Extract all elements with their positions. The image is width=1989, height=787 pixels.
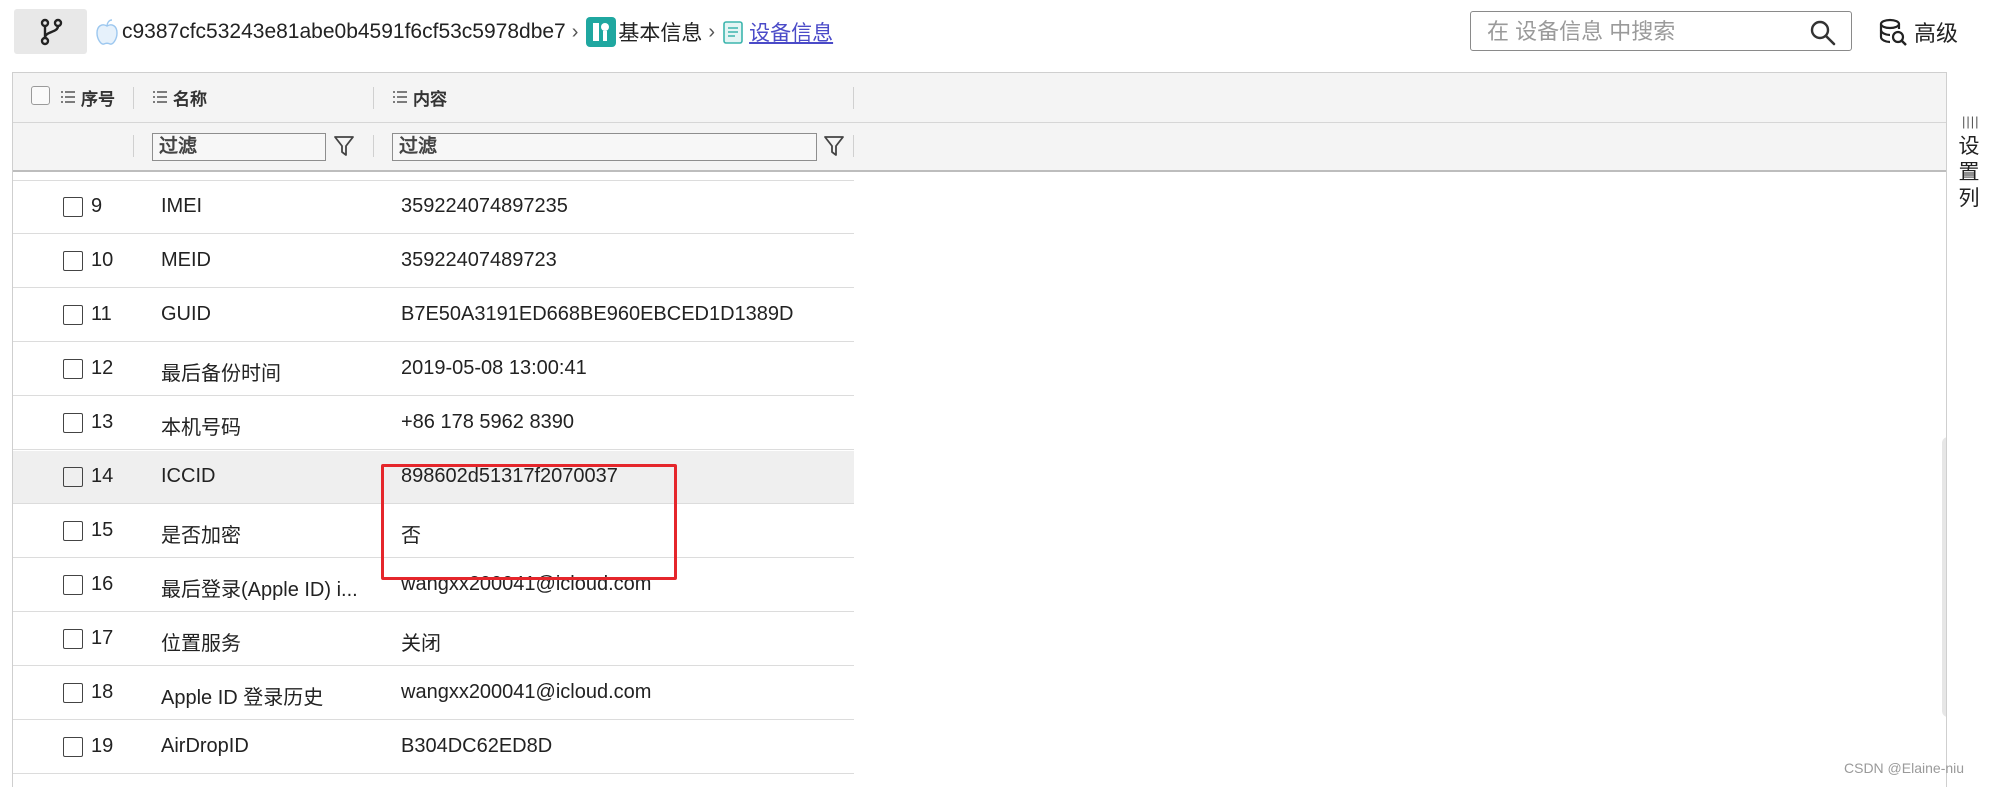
row-index: 18 — [91, 681, 114, 703]
row-name: 最后登录(Apple ID) i... — [161, 579, 358, 601]
info-book-icon — [584, 15, 618, 49]
row-checkbox[interactable] — [63, 521, 83, 541]
list-icon — [61, 88, 75, 108]
table-row[interactable]: 12 最后备份时间 2019-05-08 13:00:41 — [13, 343, 854, 396]
row-index: 14 — [91, 465, 114, 487]
breadcrumb-current[interactable]: 设备信息 — [749, 17, 833, 47]
row-value: B304DC62ED8D — [401, 735, 553, 757]
filter-row: 过滤 过滤 — [13, 123, 1946, 172]
apple-icon — [94, 18, 120, 46]
row-name: ICCID — [161, 465, 216, 487]
row-value: 35922407489723 — [401, 249, 557, 271]
list-icon — [393, 88, 407, 108]
name-filter-input[interactable]: 过滤 — [152, 133, 326, 161]
row-name: IMEI — [161, 195, 203, 217]
breadcrumb-section[interactable]: 基本信息 — [618, 17, 702, 47]
select-all-checkbox[interactable] — [31, 86, 50, 105]
row-checkbox[interactable] — [63, 683, 83, 703]
row-index: 11 — [91, 303, 112, 325]
row-name: Apple ID 登录历史 — [161, 687, 324, 709]
row-name: MEID — [161, 249, 211, 271]
row-name: 是否加密 — [161, 525, 241, 547]
row-name: 位置服务 — [161, 633, 241, 655]
row-checkbox[interactable] — [63, 359, 83, 379]
row-index: 15 — [91, 519, 114, 541]
row-checkbox[interactable] — [63, 575, 83, 595]
watermark: CSDN @Elaine-niu — [1844, 760, 1965, 776]
row-checkbox[interactable] — [63, 413, 83, 433]
database-search-icon — [1879, 18, 1907, 46]
column-settings-label: 设置列 — [1958, 135, 1980, 210]
table-row[interactable]: 19 AirDropID B304DC62ED8D — [13, 721, 854, 774]
column-divider[interactable] — [373, 87, 374, 109]
column-divider[interactable] — [853, 87, 854, 109]
row-checkbox[interactable] — [63, 251, 83, 271]
column-header-name-label: 名称 — [173, 90, 207, 109]
column-divider — [133, 135, 134, 157]
table-row[interactable]: 9 IMEI 359224074897235 — [13, 181, 854, 234]
chevron-right-icon: › — [708, 20, 716, 43]
column-header-index-label: 序号 — [81, 90, 115, 109]
content-filter-input[interactable]: 过滤 — [392, 133, 817, 161]
row-value: wangxx200041@icloud.com — [401, 681, 652, 703]
table-row[interactable]: 17 位置服务 关闭 — [13, 613, 854, 666]
column-header-content-label: 内容 — [413, 90, 447, 109]
search-input[interactable] — [1485, 18, 1789, 46]
row-index: 13 — [91, 411, 114, 433]
row-index: 10 — [91, 249, 114, 271]
breadcrumb: c9387cfc53243e81abe0b4591f6cf53c5978dbe7… — [94, 12, 833, 52]
partial-row — [13, 172, 854, 181]
row-value: 关闭 — [401, 633, 441, 655]
column-header-name[interactable]: 名称 — [153, 73, 207, 122]
grid-header: 序号 名称 内容 — [13, 73, 1946, 123]
search-icon[interactable] — [1809, 19, 1837, 52]
row-checkbox[interactable] — [63, 467, 83, 487]
column-divider — [373, 135, 374, 157]
advanced-label: 高级 — [1914, 21, 1959, 46]
chevron-right-icon: › — [571, 20, 579, 43]
row-checkbox[interactable] — [63, 305, 83, 325]
branch-button[interactable] — [14, 9, 87, 54]
row-value: 359224074897235 — [401, 195, 568, 217]
table-row[interactable]: 10 MEID 35922407489723 — [13, 235, 854, 288]
row-name: 最后备份时间 — [161, 363, 281, 385]
row-index: 19 — [91, 735, 114, 757]
row-name: 本机号码 — [161, 417, 241, 439]
table-row[interactable]: 11 GUID B7E50A3191ED668BE960EBCED1D1389D — [13, 289, 854, 342]
branch-icon — [40, 18, 62, 45]
row-name: GUID — [161, 303, 211, 325]
row-checkbox[interactable] — [63, 197, 83, 217]
row-index: 9 — [91, 195, 103, 217]
breadcrumb-device-id[interactable]: c9387cfc53243e81abe0b4591f6cf53c5978dbe7 — [122, 20, 566, 44]
table-row[interactable]: 18 Apple ID 登录历史 wangxx200041@icloud.com — [13, 667, 854, 720]
table-row[interactable]: 13 本机号码 +86 178 5962 8390 — [13, 397, 854, 450]
advanced-button[interactable]: 高级 — [1878, 14, 1958, 50]
document-icon — [721, 19, 745, 45]
column-header-index[interactable]: 序号 — [61, 73, 115, 122]
column-divider — [853, 135, 854, 157]
top-bar: c9387cfc53243e81abe0b4591f6cf53c5978dbe7… — [0, 0, 1989, 58]
search-box[interactable] — [1470, 11, 1852, 51]
column-header-content[interactable]: 内容 — [393, 73, 447, 122]
data-grid: 序号 名称 内容 过滤 过滤 9 IMEI 359224074897235 10… — [12, 72, 1954, 787]
row-value: B7E50A3191ED668BE960EBCED1D1389D — [401, 303, 794, 325]
highlight-box — [381, 464, 677, 580]
row-checkbox[interactable] — [63, 629, 83, 649]
list-icon — [153, 88, 167, 108]
row-checkbox[interactable] — [63, 737, 83, 757]
columns-icon: |||| — [1962, 114, 1980, 129]
row-index: 12 — [91, 357, 114, 379]
row-index: 17 — [91, 627, 114, 649]
column-divider[interactable] — [133, 87, 134, 109]
filter-icon[interactable] — [333, 134, 355, 163]
row-name: AirDropID — [161, 735, 249, 757]
column-settings-panel[interactable]: |||| 设置列 — [1946, 72, 1989, 787]
row-value: +86 178 5962 8390 — [401, 411, 574, 433]
filter-icon[interactable] — [823, 134, 845, 163]
row-value: 2019-05-08 13:00:41 — [401, 357, 587, 379]
row-index: 16 — [91, 573, 114, 595]
